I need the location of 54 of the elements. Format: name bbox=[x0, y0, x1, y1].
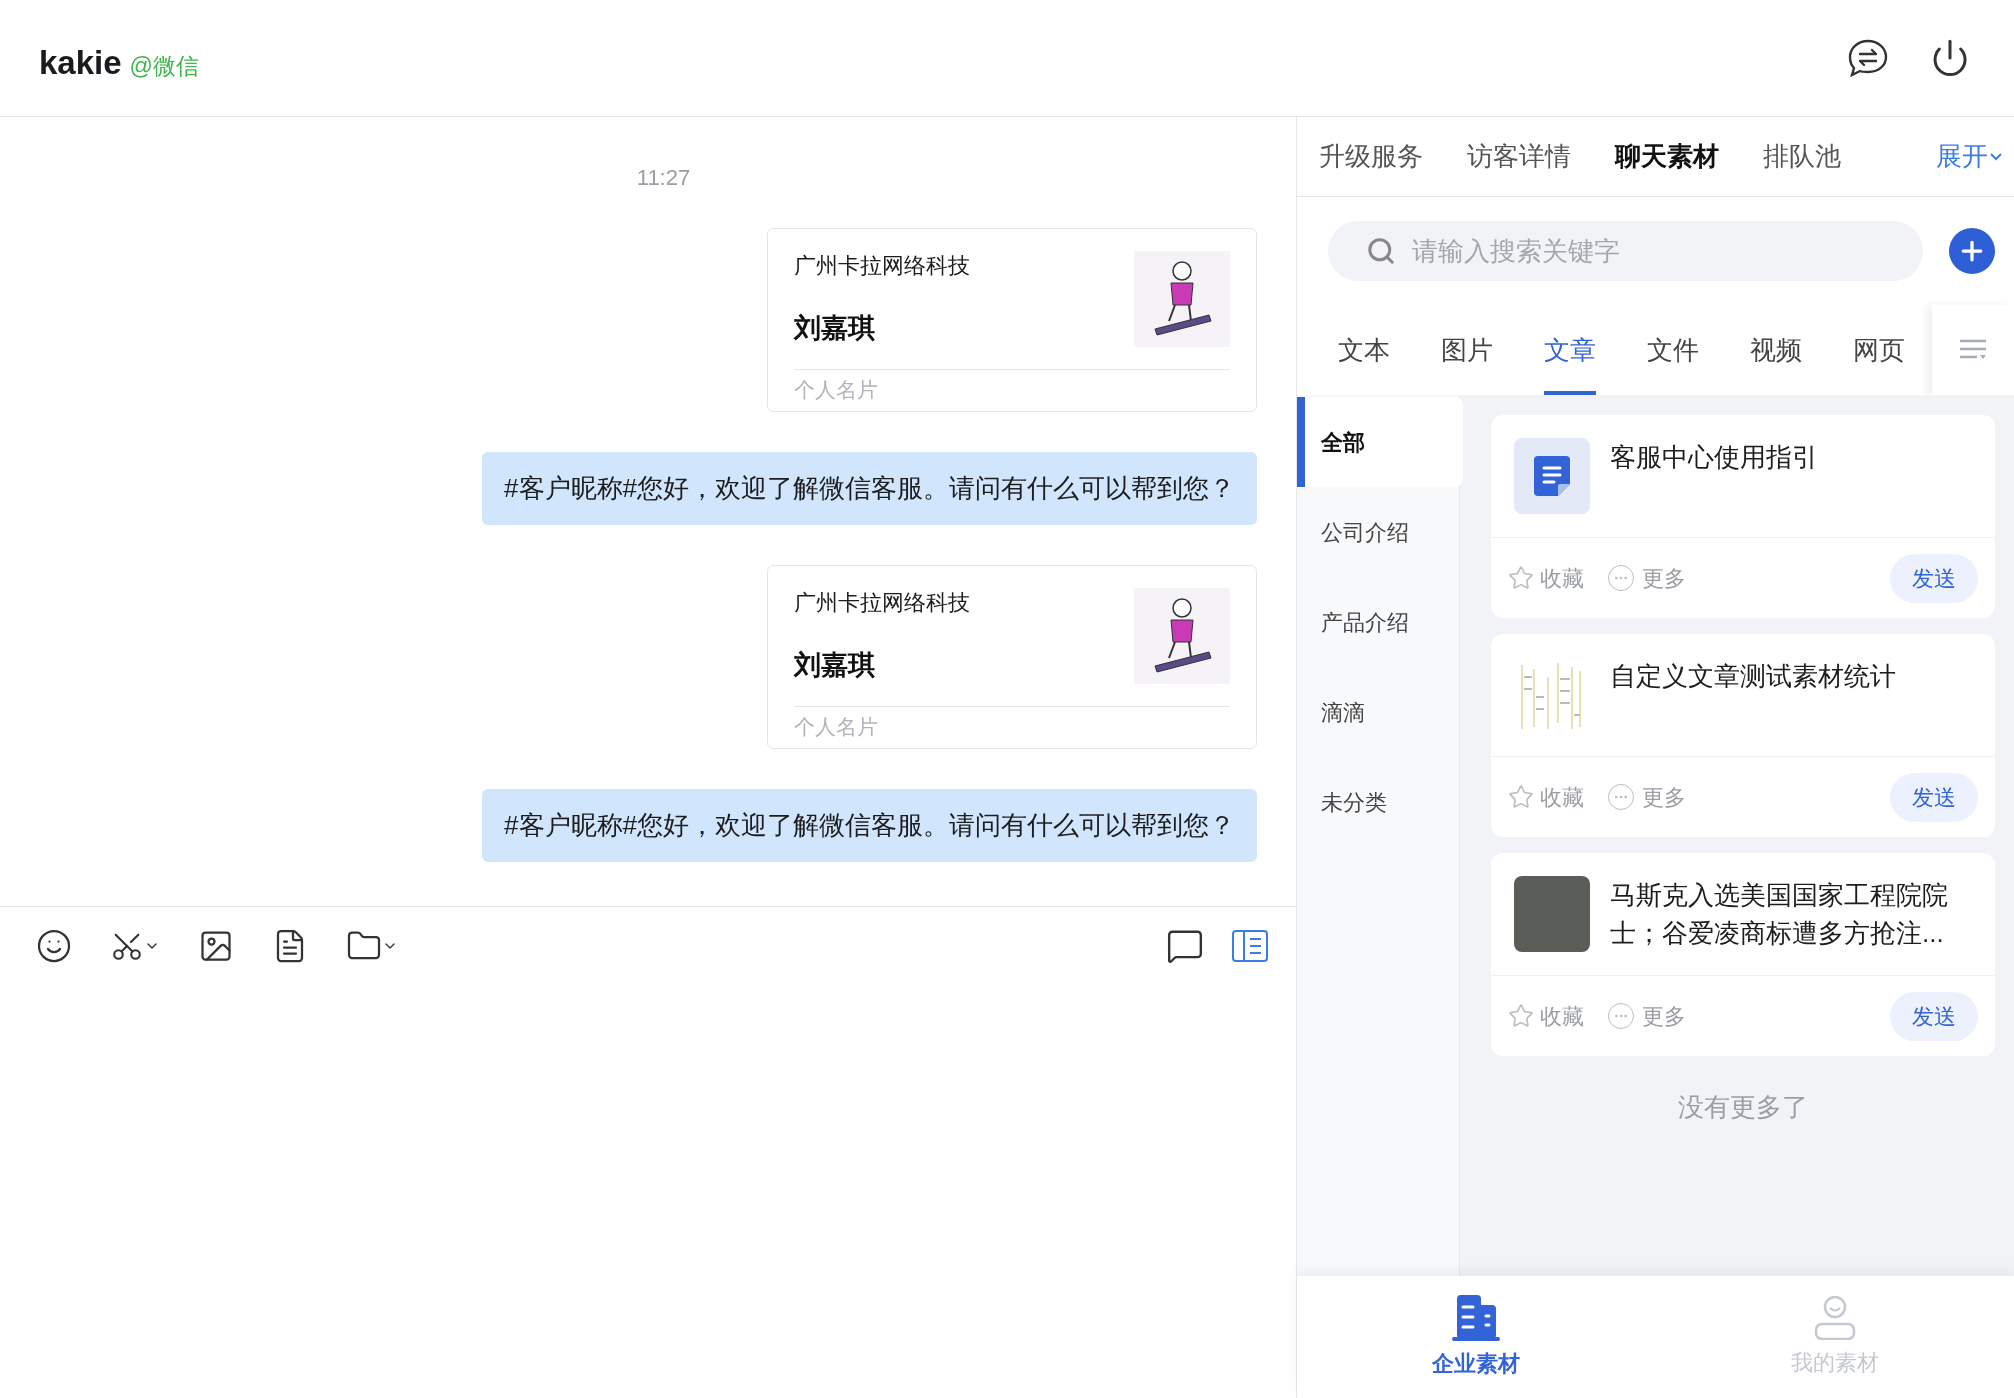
message-time: 11:27 bbox=[635, 164, 691, 192]
panel-tab[interactable]: 升级服务 bbox=[1319, 137, 1423, 176]
star-icon bbox=[1508, 784, 1534, 810]
list-filter-icon bbox=[1959, 339, 1987, 361]
card-type-label: 个人名片 bbox=[794, 377, 878, 401]
send-button[interactable]: 发送 bbox=[1890, 772, 1978, 822]
panel-tab[interactable]: 聊天素材 bbox=[1615, 137, 1719, 176]
search-field[interactable]: 请输入搜索关键字 bbox=[1328, 221, 1923, 281]
article-title: 自定义文章测试素材统计 bbox=[1610, 660, 1896, 693]
channel-label: @微信 bbox=[129, 52, 199, 82]
person-icon bbox=[1813, 1295, 1856, 1340]
contact-name: 刘嘉琪 bbox=[794, 649, 876, 682]
category-item[interactable]: 公司介绍 bbox=[1297, 487, 1459, 577]
contact-card[interactable]: 广州卡拉网络科技 刘嘉琪 个人名片 bbox=[767, 228, 1257, 412]
material-tab[interactable]: 视频 bbox=[1750, 305, 1802, 395]
star-icon bbox=[1508, 565, 1534, 591]
company-name: 广州卡拉网络科技 bbox=[794, 252, 970, 280]
category-item[interactable]: 未分类 bbox=[1297, 757, 1459, 847]
star-icon bbox=[1508, 1003, 1534, 1029]
category-item[interactable]: 滴滴 bbox=[1297, 667, 1459, 757]
add-button[interactable] bbox=[1949, 228, 1995, 274]
send-button[interactable]: 发送 bbox=[1890, 991, 1978, 1041]
image-icon[interactable] bbox=[198, 928, 234, 964]
message-bubble: #客户昵称#您好，欢迎了解微信客服。请问有什么可以帮到您？ bbox=[482, 452, 1257, 525]
end-of-list-text: 没有更多了 bbox=[1678, 1091, 1808, 1124]
side-panel-icon[interactable] bbox=[1232, 930, 1268, 962]
document-icon bbox=[1534, 456, 1570, 496]
search-icon bbox=[1366, 236, 1396, 266]
bottom-nav-tab[interactable]: 企业素材 bbox=[1297, 1276, 1656, 1398]
category-item[interactable]: 全部 bbox=[1297, 397, 1463, 487]
building-icon bbox=[1452, 1294, 1501, 1341]
material-tab[interactable]: 文本 bbox=[1338, 305, 1390, 395]
article-card[interactable]: 马斯克入选美国国家工程院院士；谷爱凌商标遭多方抢注... 收藏 更多 发送 bbox=[1491, 853, 1995, 1056]
message-bubble: #客户昵称#您好，欢迎了解微信客服。请问有什么可以帮到您？ bbox=[482, 789, 1257, 862]
category-item[interactable]: 产品介绍 bbox=[1297, 577, 1459, 667]
material-tab[interactable]: 网页 bbox=[1853, 305, 1905, 395]
contact-card[interactable]: 广州卡拉网络科技 刘嘉琪 个人名片 bbox=[767, 565, 1257, 749]
contact-name: 刘嘉琪 bbox=[794, 312, 876, 345]
material-tab[interactable]: 文件 bbox=[1647, 305, 1699, 395]
caret-icon bbox=[1990, 152, 2002, 161]
expand-button[interactable]: 展开 bbox=[1936, 137, 2002, 176]
chat-transfer-icon[interactable] bbox=[1848, 39, 1888, 77]
contact-name: kakie bbox=[39, 43, 122, 84]
article-title: 客服中心使用指引 bbox=[1610, 441, 1818, 474]
send-button[interactable]: 发送 bbox=[1890, 553, 1978, 603]
company-name: 广州卡拉网络科技 bbox=[794, 589, 970, 617]
article-card[interactable]: 自定义文章测试素材统计 收藏 更多 发送 bbox=[1491, 634, 1995, 837]
card-type-label: 个人名片 bbox=[794, 714, 878, 738]
panel-tab[interactable]: 访客详情 bbox=[1467, 137, 1571, 176]
emoji-icon[interactable] bbox=[36, 928, 72, 964]
panel-tab[interactable]: 排队池 bbox=[1763, 137, 1841, 176]
article-title: 马斯克入选美国国家工程院院士；谷爱凌商标遭多方抢注... bbox=[1610, 879, 1949, 950]
material-tab[interactable]: 图片 bbox=[1441, 305, 1493, 395]
article-card[interactable]: 客服中心使用指引 收藏 更多 发送 bbox=[1491, 415, 1995, 618]
